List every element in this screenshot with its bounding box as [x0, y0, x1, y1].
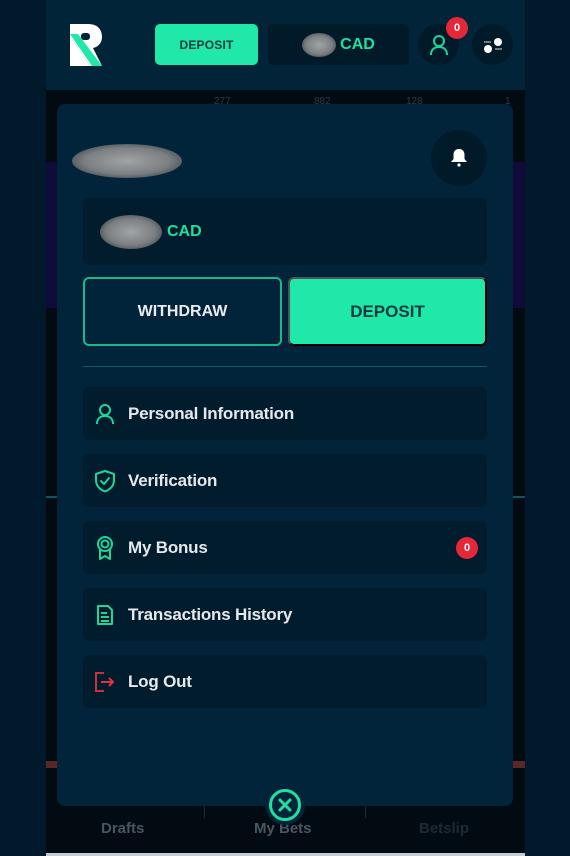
notification-count-badge: 0 [446, 17, 468, 39]
notifications-button[interactable] [431, 130, 487, 186]
menu-item-my-bonus[interactable]: My Bonus 0 [83, 521, 487, 574]
menu-item-log-out[interactable]: Log Out [83, 655, 487, 708]
brand-logo[interactable] [68, 22, 104, 68]
balance-amount-blurred [302, 32, 337, 57]
header-deposit-button[interactable]: DEPOSIT [155, 24, 258, 65]
user-icon [429, 34, 448, 55]
award-icon [94, 535, 116, 560]
balance-currency: CAD [340, 35, 375, 53]
nav-betslip[interactable]: Betslip [419, 820, 469, 837]
user-icon [94, 403, 116, 425]
menu-item-label: Personal Information [128, 403, 295, 423]
menu-item-personal-information[interactable]: Personal Information [83, 387, 487, 440]
toggle-settings-icon [483, 37, 502, 53]
balance-card: CAD [83, 198, 487, 265]
document-icon [94, 604, 116, 626]
close-panel-button[interactable] [265, 785, 305, 825]
account-menu-panel: CAD WITHDRAW DEPOSIT Personal Informatio… [57, 104, 513, 806]
bonus-count-badge: 0 [456, 537, 478, 559]
username-blurred [72, 144, 182, 178]
nav-drafts[interactable]: Drafts [101, 820, 144, 837]
menu-item-label: Verification [128, 470, 218, 490]
account-menu: Personal Information Verification My Bon… [83, 387, 487, 722]
shield-check-icon [94, 469, 116, 492]
settings-button[interactable] [472, 24, 513, 65]
menu-item-label: Transactions History [128, 604, 293, 624]
menu-item-label: Log Out [128, 671, 192, 691]
header-balance[interactable]: CAD [268, 24, 409, 65]
balance-amount-blurred [100, 214, 162, 249]
menu-item-label: My Bonus [128, 537, 208, 557]
nav-separator [365, 806, 366, 818]
r-logo-icon [70, 24, 102, 66]
menu-item-transactions-history[interactable]: Transactions History [83, 588, 487, 641]
close-icon [269, 789, 301, 821]
nav-separator [204, 806, 205, 818]
withdraw-button[interactable]: WITHDRAW [83, 277, 282, 346]
menu-item-verification[interactable]: Verification [83, 454, 487, 507]
bell-icon [451, 149, 467, 167]
top-header: DEPOSIT CAD 0 [46, 0, 525, 90]
section-divider [83, 366, 487, 367]
balance-currency: CAD [167, 222, 202, 240]
mobile-app: 277 882 128 1 DEPOSIT CAD 0 Drafts My Be… [46, 0, 525, 856]
logout-icon [94, 671, 116, 693]
deposit-button[interactable]: DEPOSIT [288, 277, 487, 346]
